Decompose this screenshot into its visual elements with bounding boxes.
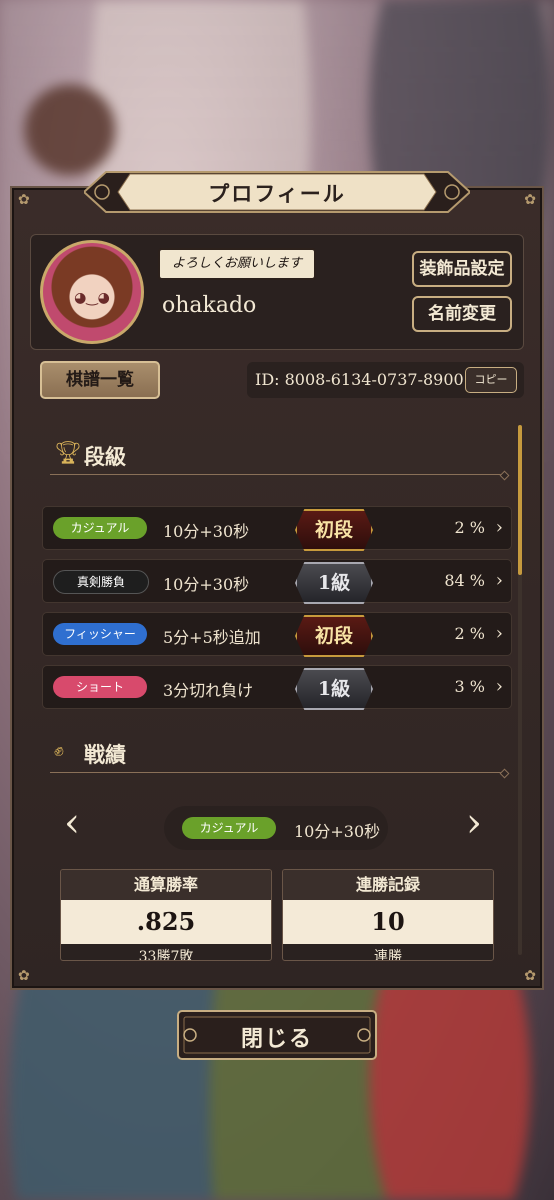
win-rate-card: 通算勝率 .825 33勝7敗: [60, 869, 272, 961]
stat-value: 10: [283, 900, 493, 944]
trophy-icon: 🏆︎: [54, 441, 82, 466]
rank-progress: 3 %: [454, 677, 485, 696]
rank-progress: 2 %: [454, 624, 485, 643]
stat-sub: 33勝7敗: [138, 949, 194, 961]
close-button-label: 閉じる: [240, 1026, 313, 1052]
corner-flower-icon: ✿: [524, 192, 536, 208]
rank-row[interactable]: フィッシャー 5分+5秒追加 初段 2 % ›: [42, 612, 512, 657]
mode-selector: カジュアル 10分+30秒: [164, 806, 388, 850]
selected-mode-pill: カジュアル: [182, 817, 276, 839]
mode-pill: ショート: [53, 676, 147, 698]
next-mode-arrow-icon[interactable]: ›: [466, 800, 482, 846]
fist-icon: ✊︎: [54, 740, 64, 761]
section-divider: [50, 474, 505, 475]
chevron-right-icon: ›: [495, 517, 503, 538]
stat-head: 連勝記録: [283, 870, 493, 900]
rank-row[interactable]: ショート 3分切れ負け 1級 3 % ›: [42, 665, 512, 710]
copy-id-button[interactable]: コピー: [465, 367, 517, 393]
player-id: ID: 8008-6134-0737-8900: [255, 370, 464, 389]
section-divider: [50, 772, 505, 773]
rank-badge: 1級: [295, 668, 373, 710]
chevron-right-icon: ›: [495, 623, 503, 644]
stat-sub: 連勝: [374, 949, 402, 961]
kifu-list-button[interactable]: 棋譜一覧: [40, 361, 160, 399]
corner-flower-icon: ✿: [18, 968, 30, 984]
rank-section-title: 段級: [84, 444, 126, 469]
username: ohakado: [162, 293, 257, 318]
avatar[interactable]: ◕‿◕: [40, 240, 144, 344]
rank-progress: 2 %: [454, 518, 485, 537]
rank-badge: 初段: [295, 615, 373, 657]
dialog-title: プロフィール: [208, 181, 346, 206]
chevron-right-icon: ›: [495, 570, 503, 591]
corner-flower-icon: ✿: [524, 968, 536, 984]
mode-pill: カジュアル: [53, 517, 147, 539]
stat-head: 通算勝率: [61, 870, 271, 900]
stat-value: .825: [61, 900, 271, 944]
corner-flower-icon: ✿: [18, 192, 30, 208]
rank-progress: 84 %: [444, 571, 485, 590]
chevron-right-icon: ›: [495, 676, 503, 697]
motto-plate[interactable]: よろしくお願いします: [158, 248, 316, 280]
record-section-title: 戦績: [84, 742, 126, 767]
rank-row[interactable]: 真剣勝負 10分+30秒 1級 84 % ›: [42, 559, 512, 604]
rename-button[interactable]: 名前変更: [412, 296, 512, 332]
time-rule: 5分+5秒追加: [163, 628, 261, 647]
time-rule: 10分+30秒: [163, 522, 250, 541]
rank-row[interactable]: カジュアル 10分+30秒 初段 2 % ›: [42, 506, 512, 551]
time-rule: 3分切れ負け: [163, 681, 254, 700]
decor-settings-button[interactable]: 装飾品設定: [412, 251, 512, 287]
close-button[interactable]: 閉じる: [176, 1009, 378, 1061]
dialog-title-plate: プロフィール: [84, 170, 470, 214]
selected-rule: 10分+30秒: [294, 822, 381, 841]
scrollbar-thumb[interactable]: [518, 425, 522, 575]
win-streak-card: 連勝記録 10 連勝: [282, 869, 494, 961]
rank-badge: 初段: [295, 509, 373, 551]
avatar-face-icon: ◕‿◕: [74, 289, 110, 306]
mode-pill: 真剣勝負: [53, 570, 149, 594]
mode-pill: フィッシャー: [53, 623, 147, 645]
prev-mode-arrow-icon[interactable]: ‹: [64, 800, 80, 846]
rank-badge: 1級: [295, 562, 373, 604]
time-rule: 10分+30秒: [163, 575, 250, 594]
